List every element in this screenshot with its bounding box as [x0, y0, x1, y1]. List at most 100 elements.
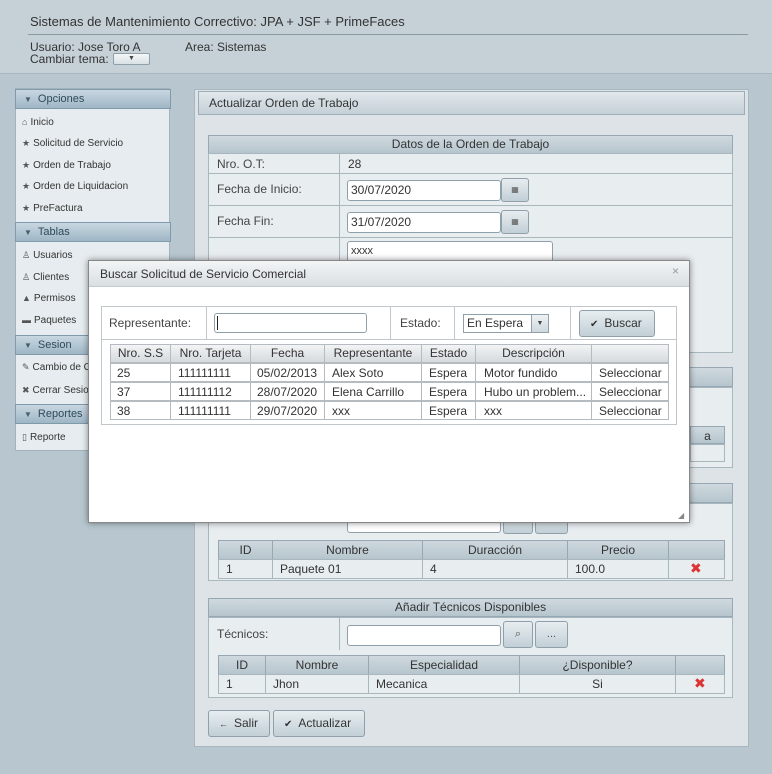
package-name: Paquete 01	[280, 562, 342, 576]
card-number: 111111111	[178, 366, 231, 380]
app-title: Sistemas de Mantenimiento Correctivo: JP…	[30, 14, 405, 29]
tech-specialty: Mecanica	[376, 677, 428, 691]
date: 28/07/2020	[257, 385, 318, 399]
grid-divider	[422, 559, 423, 579]
check-icon: ✔	[590, 319, 599, 330]
user-icon: ♙	[22, 250, 31, 260]
col-header-id: ID	[218, 540, 273, 560]
close-icon: ✖	[22, 385, 30, 395]
start-date-input[interactable]: 30/07/2020	[347, 180, 501, 201]
hidden-column-header: a	[690, 426, 725, 444]
technicians-input[interactable]	[347, 625, 501, 646]
description: Motor fundido	[484, 366, 558, 380]
col-header-actions	[675, 655, 725, 675]
select-link[interactable]: Seleccionar	[599, 385, 662, 399]
representante-label: Representante:	[109, 316, 192, 330]
section-header-tecnicos: Añadir Técnicos Disponibles	[208, 598, 733, 617]
document-icon: ▯	[22, 432, 27, 442]
theme-select[interactable]: ▼	[113, 53, 150, 65]
home-icon: ⌂	[22, 117, 28, 127]
resize-handle-icon[interactable]: ◢	[678, 511, 684, 520]
delete-icon[interactable]: ✖	[694, 675, 706, 692]
col-header-nombre: Nombre	[272, 540, 423, 560]
ss-number: 38	[117, 404, 131, 418]
user-icon: ♙	[22, 272, 31, 282]
grid-divider	[209, 173, 732, 174]
form-divider	[454, 307, 455, 340]
wrench-icon: ✎	[22, 362, 30, 372]
update-button[interactable]: ✔ Actualizar	[273, 710, 365, 737]
lock-icon: ▲	[22, 293, 31, 303]
technicians-label: Técnicos:	[217, 627, 269, 641]
description: Hubo un problem...	[484, 385, 587, 399]
col-header-estado: Estado	[421, 344, 476, 363]
buscar-button[interactable]: ✔ Buscar	[579, 310, 655, 337]
text-caret	[217, 316, 218, 330]
representante-input[interactable]	[214, 313, 367, 333]
estado-label: Estado:	[400, 316, 441, 330]
search-icon[interactable]: ⌕	[503, 621, 533, 648]
col-header-disponible: ¿Disponible?	[519, 655, 676, 675]
col-header-duracion: Duracción	[422, 540, 568, 560]
representative: Elena Carrillo	[332, 385, 405, 399]
chevron-down-icon[interactable]: ▼	[531, 315, 548, 332]
grid-divider	[368, 674, 369, 694]
description: xxx	[484, 404, 502, 418]
grid-divider	[475, 363, 476, 420]
sidebar-item-cambio[interactable]: ✎ Cambio de C	[22, 362, 91, 373]
sidebar-item-reporte[interactable]: ▯ Reporte	[22, 432, 66, 443]
form-divider	[570, 307, 571, 340]
status: Espera	[429, 385, 468, 399]
page-title: Actualizar Orden de Trabajo	[198, 91, 745, 115]
package-duration: 4	[430, 562, 437, 576]
col-header-nro-tarjeta: Nro. Tarjeta	[170, 344, 251, 363]
sidebar-item-usuarios[interactable]: ♙ Usuarios	[22, 250, 73, 261]
star-icon: ★	[22, 138, 31, 148]
folder-icon: ▬	[22, 315, 31, 325]
menu-section-tablas[interactable]: ▼ Tablas	[15, 222, 171, 242]
grid-divider	[324, 363, 325, 420]
sidebar-item-paquetes[interactable]: ▬ Paquetes	[22, 315, 76, 326]
sidebar-item-permisos[interactable]: ▲ Permisos	[22, 293, 76, 304]
grid-divider	[519, 674, 520, 694]
ss-number: 37	[117, 385, 131, 399]
col-header-precio: Precio	[567, 540, 669, 560]
sidebar-item-cerrar-sesion[interactable]: ✖ Cerrar Sesio	[22, 385, 89, 396]
triangle-down-icon: ▼	[24, 341, 32, 350]
ss-number: 25	[117, 366, 131, 380]
end-date-input[interactable]: 31/07/2020	[347, 212, 501, 233]
more-button[interactable]: ...	[535, 621, 568, 648]
form-divider	[206, 307, 207, 340]
delete-icon[interactable]: ✖	[690, 560, 702, 577]
card-number: 111111112	[178, 385, 232, 399]
package-id: 1	[226, 562, 233, 576]
sidebar-item-orden-trabajo[interactable]: ★ Orden de Trabajo	[22, 160, 111, 171]
status: Espera	[429, 404, 468, 418]
sidebar-item-solicitud-servicio[interactable]: ★ Solicitud de Servicio	[22, 138, 123, 149]
area-label: Area: Sistemas	[185, 40, 267, 54]
sidebar-item-clientes[interactable]: ♙ Clientes	[22, 272, 69, 283]
menu-section-opciones[interactable]: ▼ Opciones	[15, 89, 171, 109]
sidebar-item-prefactura[interactable]: ★ PreFactura	[22, 203, 83, 214]
select-link[interactable]: Seleccionar	[599, 404, 662, 418]
status: Espera	[429, 366, 468, 380]
date: 29/07/2020	[257, 404, 318, 418]
sidebar-item-inicio[interactable]: ⌂ Inicio	[22, 117, 54, 128]
col-header-nombre: Nombre	[265, 655, 369, 675]
sidebar-item-orden-liquidacion[interactable]: ★ Orden de Liquidacion	[22, 181, 128, 192]
back-button[interactable]: ← Salir	[208, 710, 270, 737]
close-icon[interactable]: ×	[672, 264, 679, 278]
col-header-nro-ss: Nro. S.S	[110, 344, 171, 363]
ot-label: Nro. O.T:	[217, 157, 266, 171]
grid-divider	[272, 559, 273, 579]
grid-divider	[591, 363, 592, 420]
calendar-icon[interactable]: ▦	[501, 210, 529, 234]
select-link[interactable]: Seleccionar	[599, 366, 662, 380]
star-icon: ★	[22, 160, 31, 170]
grid-divider	[265, 674, 266, 694]
calendar-icon[interactable]: ▦	[501, 178, 529, 202]
col-header-id: ID	[218, 655, 266, 675]
header-divider	[28, 34, 748, 35]
tech-available: Si	[592, 677, 603, 691]
tech-name: Jhon	[273, 677, 300, 691]
